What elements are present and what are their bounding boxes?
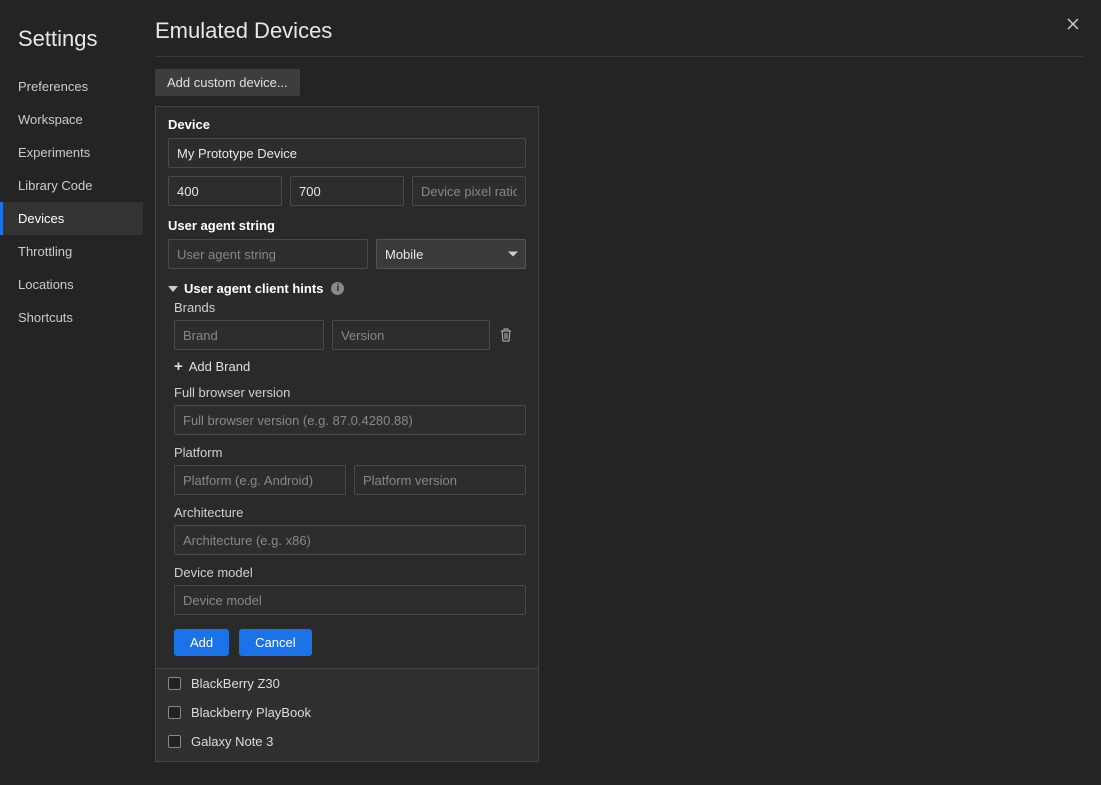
sidebar-title: Settings: [0, 18, 143, 70]
sidebar-item-workspace[interactable]: Workspace: [0, 103, 143, 136]
trash-icon: [500, 328, 512, 342]
ua-client-hints-toggle[interactable]: User agent client hints i: [168, 281, 526, 296]
device-list-row[interactable]: BlackBerry Z30: [156, 669, 538, 698]
platform-input[interactable]: [174, 465, 346, 495]
ua-type-select[interactable]: Mobile: [376, 239, 526, 269]
add-button[interactable]: Add: [174, 629, 229, 656]
sidebar-item-label: Throttling: [18, 244, 72, 259]
plus-icon: +: [174, 358, 183, 375]
platform-version-input[interactable]: [354, 465, 526, 495]
sidebar-item-experiments[interactable]: Experiments: [0, 136, 143, 169]
main-panel: Emulated Devices Add custom device... De…: [143, 0, 1101, 785]
platform-label: Platform: [174, 445, 526, 460]
device-pixel-ratio-input[interactable]: [412, 176, 526, 206]
close-button[interactable]: [1063, 14, 1083, 34]
full-browser-version-label: Full browser version: [174, 385, 526, 400]
sidebar-item-label: Workspace: [18, 112, 83, 127]
device-label: Device: [168, 117, 526, 132]
ua-client-hints-label: User agent client hints: [184, 281, 323, 296]
device-list-item-label: Galaxy Note 3: [191, 734, 273, 749]
ua-type-select-wrap: Mobile: [376, 239, 526, 269]
architecture-input[interactable]: [174, 525, 526, 555]
device-list-row[interactable]: Blackberry PlayBook: [156, 698, 538, 727]
info-icon[interactable]: i: [331, 282, 344, 295]
sidebar-item-preferences[interactable]: Preferences: [0, 70, 143, 103]
device-height-input[interactable]: [290, 176, 404, 206]
device-width-input[interactable]: [168, 176, 282, 206]
close-icon: [1067, 18, 1079, 30]
device-checkbox[interactable]: [168, 735, 181, 748]
sidebar-item-library-code[interactable]: Library Code: [0, 169, 143, 202]
brand-version-input[interactable]: [332, 320, 490, 350]
add-brand-button[interactable]: + Add Brand: [174, 358, 526, 375]
add-brand-label: Add Brand: [189, 359, 250, 374]
device-name-input[interactable]: [168, 138, 526, 168]
sidebar-item-label: Shortcuts: [18, 310, 73, 325]
sidebar-item-label: Preferences: [18, 79, 88, 94]
cancel-button[interactable]: Cancel: [239, 629, 311, 656]
device-list-item-label: BlackBerry Z30: [191, 676, 280, 691]
device-checkbox[interactable]: [168, 706, 181, 719]
chevron-down-icon: [168, 286, 178, 292]
device-model-input[interactable]: [174, 585, 526, 615]
add-custom-device-button[interactable]: Add custom device...: [155, 69, 300, 96]
sidebar-item-label: Experiments: [18, 145, 90, 160]
device-form: Device User agent string Mobile: [156, 107, 538, 668]
full-browser-version-input[interactable]: [174, 405, 526, 435]
sidebar-item-label: Library Code: [18, 178, 92, 193]
device-model-label: Device model: [174, 565, 526, 580]
sidebar-item-label: Locations: [18, 277, 74, 292]
device-list-item-label: Blackberry PlayBook: [191, 705, 311, 720]
device-list: BlackBerry Z30 Blackberry PlayBook Galax…: [156, 668, 538, 761]
sidebar-item-label: Devices: [18, 211, 64, 226]
sidebar-item-devices[interactable]: Devices: [0, 202, 143, 235]
delete-brand-button[interactable]: [498, 328, 514, 342]
device-checkbox[interactable]: [168, 677, 181, 690]
architecture-label: Architecture: [174, 505, 526, 520]
settings-sidebar: Settings Preferences Workspace Experimen…: [0, 0, 143, 785]
user-agent-input[interactable]: [168, 239, 368, 269]
device-form-panel: Device User agent string Mobile: [155, 106, 539, 762]
brands-label: Brands: [174, 300, 526, 315]
user-agent-label: User agent string: [168, 218, 526, 233]
sidebar-item-locations[interactable]: Locations: [0, 268, 143, 301]
device-list-row[interactable]: Galaxy Note 3: [156, 727, 538, 756]
page-title: Emulated Devices: [155, 18, 1083, 57]
sidebar-item-shortcuts[interactable]: Shortcuts: [0, 301, 143, 334]
ua-client-hints-body: Brands + Add Brand Full browser version: [168, 300, 526, 656]
brand-input[interactable]: [174, 320, 324, 350]
sidebar-item-throttling[interactable]: Throttling: [0, 235, 143, 268]
